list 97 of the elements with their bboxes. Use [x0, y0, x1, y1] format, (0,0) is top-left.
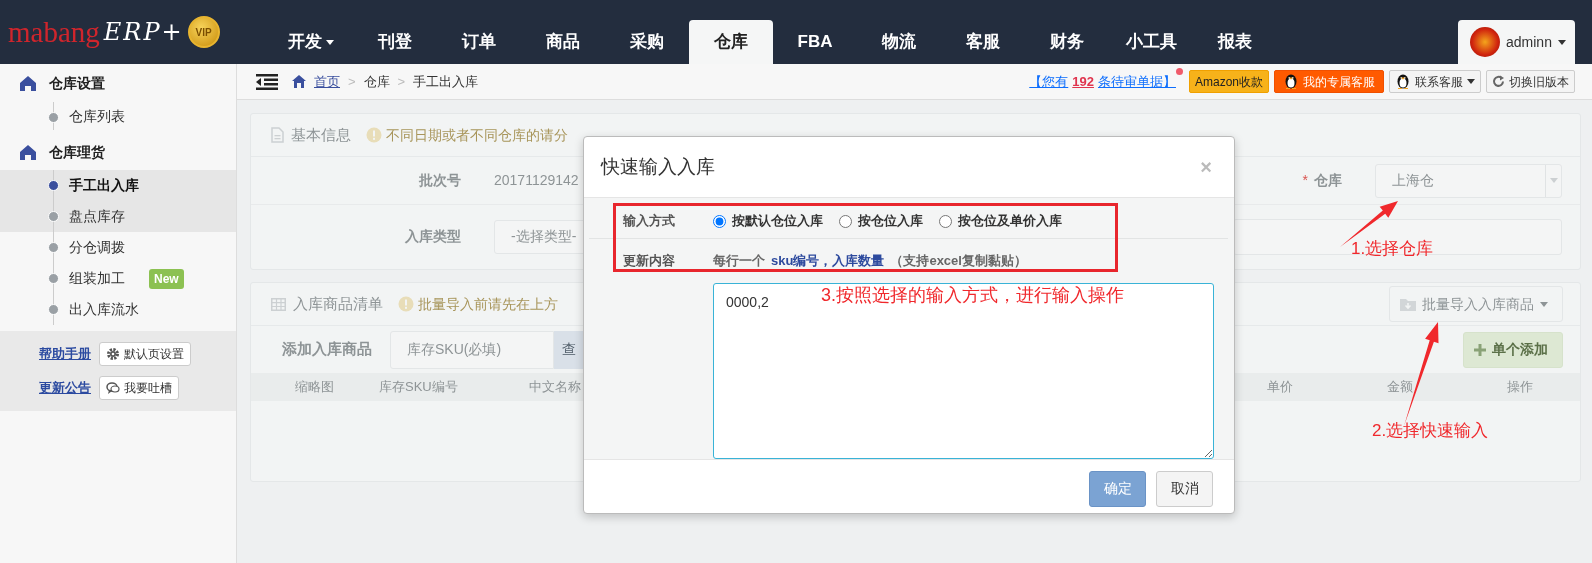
nav-tab[interactable]: 报表: [1193, 20, 1277, 64]
nav-tab[interactable]: 商品: [521, 20, 605, 64]
breadcrumb-item[interactable]: 仓库: [363, 71, 390, 92]
bullet-icon: [48, 180, 59, 191]
breadcrumb-separator: >: [397, 72, 406, 91]
notice-link[interactable]: 【您有: [1029, 71, 1069, 92]
toolbar-button[interactable]: Amazon收款: [1188, 70, 1269, 93]
dialog-title: 快速输入入库: [601, 154, 715, 179]
toolbar-button[interactable]: 切换旧版本: [1486, 70, 1575, 93]
breadcrumb-separator: >: [348, 72, 356, 91]
sidebar-item[interactable]: 出入库流水: [0, 294, 236, 325]
select-value: 上海仓: [1392, 171, 1434, 190]
folder-icon: [1400, 297, 1416, 311]
field-label: 输入方式: [623, 212, 676, 231]
plus-icon: [1474, 343, 1486, 356]
help-link[interactable]: 更新公告: [39, 378, 91, 398]
hint-text: 每行一个: [713, 252, 765, 271]
new-badge: New: [149, 268, 184, 289]
nav-tab[interactable]: 仓库: [689, 20, 773, 64]
nav-tab[interactable]: 开发: [269, 20, 353, 64]
bullet-icon: [48, 273, 59, 284]
column-header: 库存SKU编号: [379, 378, 459, 397]
radio-button[interactable]: [839, 214, 852, 228]
column-header: 单价: [1267, 378, 1294, 397]
warning-icon: [366, 127, 382, 143]
nav-tab[interactable]: 客服: [941, 20, 1025, 64]
hint-text: （支持excel复制黏贴）: [890, 252, 1027, 271]
field-label: 批次号: [418, 171, 461, 190]
warning-icon: [398, 296, 414, 312]
logo-product: ERP+: [103, 20, 184, 44]
add-button[interactable]: 单个添加: [1463, 331, 1563, 368]
house-icon: [19, 143, 37, 161]
menu-collapse-icon[interactable]: [256, 73, 278, 90]
nav-tab[interactable]: 订单: [437, 20, 521, 64]
hint-fields: sku编号，入库数量: [771, 251, 885, 271]
sidebar-item[interactable]: 分仓调拨: [0, 232, 236, 263]
radio-button[interactable]: [713, 214, 726, 228]
gear-icon: [106, 347, 120, 361]
bullet-icon: [48, 112, 59, 123]
user-menu[interactable]: adminn: [1458, 20, 1575, 64]
panel-title: 入库商品清单: [293, 293, 383, 314]
home-icon: [292, 75, 306, 88]
annotation-text: 1.选择仓库: [1351, 239, 1434, 260]
penguin-icon: [1283, 73, 1299, 90]
penguin-icon: [1395, 73, 1411, 90]
field-label: 仓库: [1314, 171, 1342, 190]
sidebar-item[interactable]: 仓库列表: [0, 102, 236, 130]
column-header: 缩略图: [295, 378, 335, 397]
bullet-icon: [48, 304, 59, 315]
sidebar-group-title: 仓库设置: [49, 73, 105, 93]
column-header: 金额: [1387, 378, 1414, 397]
breadcrumb-item[interactable]: 首页: [314, 71, 340, 92]
count-link[interactable]: 192: [1072, 71, 1094, 92]
refresh-icon: [1492, 75, 1505, 88]
annotation-text: 3.按照选择的输入方式，进行输入操作: [821, 285, 1124, 307]
bullet-icon: [48, 211, 59, 222]
sidebar-group-title: 仓库理货: [49, 142, 105, 162]
radio-label: 按仓位入库: [858, 212, 923, 231]
sidebar-item[interactable]: 组装加工 New: [0, 263, 236, 294]
radio-label: 按默认仓位入库: [732, 212, 823, 231]
document-icon: [271, 127, 284, 143]
table-icon: [271, 297, 286, 311]
radio-label: 按仓位及单价入库: [958, 212, 1062, 231]
column-header: 操作: [1507, 378, 1534, 397]
warning-text: 批量导入前请先在上方: [418, 294, 558, 314]
field-label: 添加入库商品: [282, 339, 372, 360]
sidebar-item[interactable]: 手工出入库: [0, 170, 236, 201]
panel-title: 基本信息: [291, 124, 351, 145]
avatar: [1470, 27, 1500, 57]
field-label: 更新内容: [623, 252, 676, 271]
chat-icon: [106, 381, 120, 395]
small-button[interactable]: 我要吐槽: [99, 376, 179, 400]
small-button[interactable]: 默认页设置: [99, 342, 191, 366]
breadcrumb-item: 手工出入库: [413, 72, 479, 91]
vip-badge: VIP: [187, 16, 220, 48]
nav-tab[interactable]: 财务: [1025, 20, 1109, 64]
field-value: 20171129142: [494, 171, 579, 190]
nav-tab[interactable]: 采购: [605, 20, 689, 64]
toolbar-button[interactable]: 联系客服: [1389, 70, 1481, 93]
nav-tab[interactable]: FBA: [773, 20, 857, 64]
annotation-text: 2.选择快速输入: [1372, 421, 1489, 442]
radio-button[interactable]: [939, 214, 952, 228]
nav-tab[interactable]: 小工具: [1109, 20, 1193, 64]
nav-tab[interactable]: 刊登: [353, 20, 437, 64]
help-link[interactable]: 帮助手册: [39, 344, 91, 364]
notice-link[interactable]: 条待审单据】: [1097, 71, 1176, 92]
required-mark: *: [1302, 171, 1308, 190]
logo-brand: mabang: [8, 17, 100, 47]
sidebar-item[interactable]: 盘点库存: [0, 201, 236, 232]
column-header: 中文名称: [529, 378, 582, 397]
nav-tab[interactable]: 物流: [857, 20, 941, 64]
bullet-icon: [48, 242, 59, 253]
warning-text: 不同日期或者不同仓库的请分: [386, 125, 568, 145]
cancel-button[interactable]: 取消: [1156, 470, 1213, 507]
house-icon: [19, 74, 37, 92]
field-label: 入库类型: [404, 227, 461, 246]
input-field[interactable]: [1233, 218, 1562, 255]
